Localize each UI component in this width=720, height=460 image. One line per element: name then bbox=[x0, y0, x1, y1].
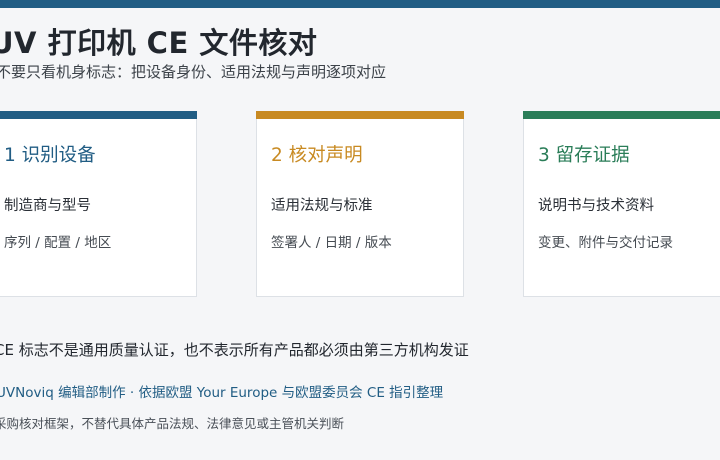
step-card-retain-evidence: 3 留存证据 说明书与技术资料 变更、附件与交付记录 bbox=[523, 111, 720, 297]
source-credit: UVNoviq 编辑部制作 · 依据欧盟 Your Europe 与欧盟委员会 … bbox=[0, 385, 444, 401]
card-primary-text: 制造商与型号 bbox=[4, 198, 91, 214]
card-primary-text: 说明书与技术资料 bbox=[538, 198, 654, 214]
step-card-verify-declaration: 2 核对声明 适用法规与标准 签署人 / 日期 / 版本 bbox=[256, 111, 464, 297]
card-secondary-text: 签署人 / 日期 / 版本 bbox=[271, 235, 392, 251]
card-heading: 2 核对声明 bbox=[271, 145, 363, 166]
page-title: UV 打印机 CE 文件核对 bbox=[0, 26, 318, 60]
card-accent-bar bbox=[0, 111, 197, 119]
card-heading: 3 留存证据 bbox=[538, 145, 630, 166]
disclaimer-text: 采购核对框架，不替代具体产品法规、法律意见或主管机关判断 bbox=[0, 416, 345, 431]
card-primary-text: 适用法规与标准 bbox=[271, 198, 373, 214]
card-accent-bar bbox=[523, 111, 720, 119]
card-heading: 1 识别设备 bbox=[4, 145, 96, 166]
top-accent-bar bbox=[0, 0, 720, 8]
page-subtitle: 不要只看机身标志：把设备身份、适用法规与声明逐项对应 bbox=[0, 63, 387, 81]
card-secondary-text: 变更、附件与交付记录 bbox=[538, 235, 673, 251]
card-secondary-text: 序列 / 配置 / 地区 bbox=[4, 235, 112, 251]
card-accent-bar bbox=[256, 111, 464, 119]
ce-note: CE 标志不是通用质量认证，也不表示所有产品都必须由第三方机构发证 bbox=[0, 341, 469, 359]
step-card-identify-device: 1 识别设备 制造商与型号 序列 / 配置 / 地区 bbox=[0, 111, 197, 297]
